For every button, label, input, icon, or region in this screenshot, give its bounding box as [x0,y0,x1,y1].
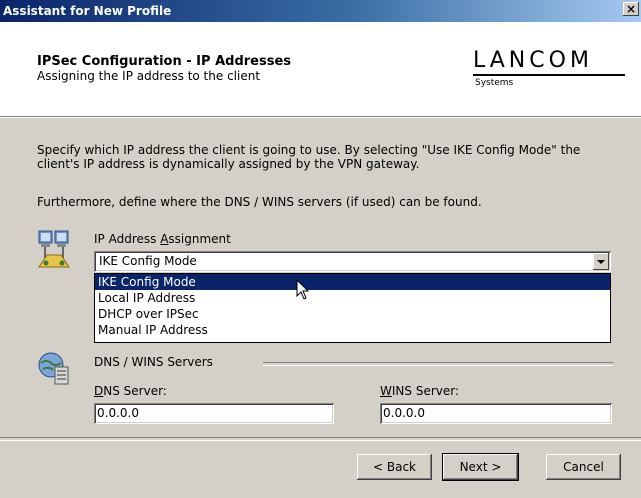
logo-sub: Systems [475,78,514,88]
ip-assignment-value: IKE Config Mode [99,254,197,268]
cancel-button[interactable]: Cancel [546,454,621,480]
logo-bar [473,74,625,76]
wins-server-input[interactable] [383,406,607,420]
description-text: Specify which IP address the client is g… [37,143,581,171]
option-manual-ip-address[interactable]: Manual IP Address [95,322,610,338]
title-bar[interactable]: Assistant for New Profile × [0,0,641,22]
page-title: IPSec Configuration - IP Addresses [37,54,292,69]
dns-server-field[interactable] [94,403,334,424]
dns-server-label: DNS Server: [94,384,167,398]
network-computers-icon [38,230,70,268]
wins-server-label: WINS Server: [380,384,460,398]
option-ike-config-mode[interactable]: IKE Config Mode [95,274,610,290]
header-panel: IPSec Configuration - IP Addresses Assig… [0,22,641,117]
ip-assignment-label: IP Address Assignment [94,232,231,246]
next-button[interactable]: Next > [443,454,518,480]
option-local-ip-address[interactable]: Local IP Address [95,290,610,306]
dns-server-icon [38,352,69,385]
dns-description-text: Furthermore, define where the DNS / WINS… [37,195,482,209]
chevron-down-icon[interactable] [593,253,609,270]
mouse-cursor-icon [296,279,310,300]
wizard-window: Assistant for New Profile × IPSec Config… [0,0,641,498]
wins-server-field[interactable] [380,403,612,424]
ip-assignment-select[interactable]: IKE Config Mode [94,251,611,272]
dns-wins-group-label: DNS / WINS Servers [94,355,213,369]
logo-brand: LANCOM [473,48,593,73]
header-separator [0,117,641,118]
lancom-logo: LANCOM Systems [473,49,628,88]
footer-separator [0,437,641,441]
page-subtitle: Assigning the IP address to the client [37,69,261,83]
ip-assignment-dropdown[interactable]: IKE Config Mode Local IP Address DHCP ov… [94,273,611,343]
window-title: Assistant for New Profile [3,4,172,18]
group-divider [263,362,613,366]
dns-server-input[interactable] [97,406,329,420]
option-dhcp-over-ipsec[interactable]: DHCP over IPSec [95,306,610,322]
back-button[interactable]: < Back [357,454,432,480]
close-button[interactable]: × [623,2,639,16]
